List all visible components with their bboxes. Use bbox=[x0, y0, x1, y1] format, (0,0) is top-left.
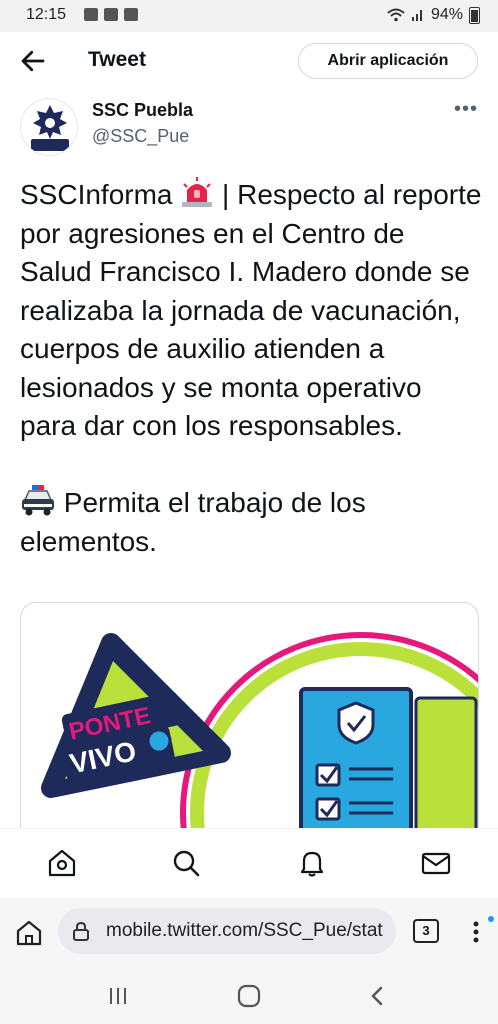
facebook-icon bbox=[104, 8, 118, 21]
lock-icon bbox=[73, 921, 89, 941]
tweet-media[interactable]: PONTE VIVO bbox=[20, 602, 479, 844]
battery-percent: 94% bbox=[430, 6, 463, 23]
notification-icons bbox=[84, 8, 138, 21]
tweet-author[interactable]: SSC Puebla @SSC_Pue ••• bbox=[20, 98, 480, 158]
battery-icon bbox=[469, 6, 480, 24]
status-bar: 12:15 94% bbox=[0, 0, 498, 32]
address-bar[interactable]: mobile.twitter.com/SSC_Pue/stat bbox=[58, 908, 396, 954]
gallery-icon bbox=[84, 8, 98, 21]
author-handle[interactable]: @SSC_Pue bbox=[92, 126, 189, 147]
system-icons: 94% bbox=[387, 6, 480, 24]
back-arrow-icon[interactable] bbox=[18, 46, 48, 76]
browser-menu-icon[interactable] bbox=[468, 916, 484, 948]
open-app-button[interactable]: Abrir aplicación bbox=[298, 43, 478, 79]
page-title: Tweet bbox=[88, 48, 146, 71]
browser-home-icon[interactable] bbox=[14, 918, 44, 948]
home-nav-icon[interactable] bbox=[236, 983, 262, 1009]
media-image: PONTE VIVO bbox=[41, 632, 478, 843]
browser-toolbar: mobile.twitter.com/SSC_Pue/stat 3 bbox=[0, 898, 498, 968]
update-badge-dot bbox=[488, 916, 494, 922]
tweet-text-body: | Respecto al reporte por agresiones en … bbox=[20, 179, 490, 441]
more-options-icon[interactable]: ••• bbox=[454, 98, 478, 121]
author-name[interactable]: SSC Puebla bbox=[92, 100, 193, 121]
search-icon[interactable] bbox=[170, 847, 202, 879]
android-navigation-bar bbox=[0, 968, 498, 1024]
wifi-icon bbox=[387, 8, 405, 22]
messages-envelope-icon[interactable] bbox=[420, 847, 452, 879]
notifications-bell-icon[interactable] bbox=[296, 847, 328, 879]
tweet-text: SSCInforma | Respecto al reporte por agr… bbox=[20, 176, 482, 561]
police-light-icon bbox=[182, 177, 213, 207]
tweet-text-second-paragraph: Permita el trabajo de los elementos. bbox=[20, 487, 374, 557]
steering-wheel-icon bbox=[146, 728, 172, 754]
twitter-bottom-nav bbox=[0, 828, 498, 899]
recent-apps-icon[interactable] bbox=[106, 984, 130, 1008]
tabs-button[interactable]: 3 bbox=[413, 919, 439, 943]
police-car-icon bbox=[22, 485, 54, 516]
url-text[interactable]: mobile.twitter.com/SSC_Pue/stat bbox=[106, 920, 383, 942]
back-nav-icon[interactable] bbox=[366, 984, 390, 1008]
signal-icon bbox=[411, 10, 422, 21]
clock: 12:15 bbox=[26, 6, 67, 23]
ssc-logo-icon bbox=[31, 105, 69, 151]
avatar[interactable] bbox=[20, 98, 78, 156]
top-header: Tweet Abrir aplicación bbox=[0, 32, 498, 90]
home-icon[interactable] bbox=[46, 847, 78, 879]
tweet-text-lead: SSCInforma bbox=[20, 179, 181, 210]
youtube-icon bbox=[124, 8, 138, 21]
